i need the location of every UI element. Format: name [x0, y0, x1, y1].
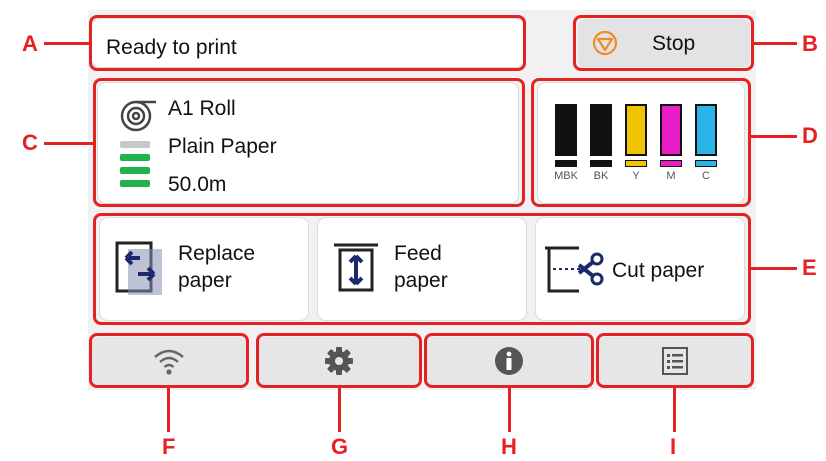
callout-letter-i: I	[670, 434, 677, 459]
paper-type: Plain Paper	[168, 135, 277, 158]
cut-paper-label: Cut paper	[612, 259, 705, 282]
ink-tank-mbk	[555, 104, 577, 156]
menu-list-icon	[662, 347, 688, 375]
info-icon	[495, 347, 523, 375]
callout-line-d	[750, 135, 797, 138]
gear-icon	[325, 347, 353, 375]
replace-paper-icon	[115, 241, 162, 295]
callout-line-b	[753, 42, 797, 45]
ink-fill-mbk	[557, 106, 575, 154]
ink-label-c: C	[702, 170, 710, 182]
ink-window-bk	[590, 160, 612, 167]
callout-line-c	[44, 142, 94, 145]
ink-label-m: M	[666, 170, 676, 182]
ink-label-y: Y	[632, 170, 640, 182]
ink-label-mbk: MBK	[554, 170, 578, 182]
callout-letter-e: E	[802, 255, 817, 280]
ink-fill-c	[697, 106, 715, 154]
callout-letter-h: H	[501, 434, 517, 459]
callout-letter-d: D	[802, 123, 818, 148]
callout-line-h	[508, 387, 511, 432]
paper-remaining: 50.0m	[168, 173, 227, 196]
callout-letter-f: F	[162, 434, 176, 459]
cut-paper-icon	[545, 246, 604, 293]
paper-remaining-level-icon	[120, 141, 150, 187]
replace-paper-label-line1: Replace	[178, 242, 256, 265]
feed-paper-label-line2: paper	[394, 269, 448, 293]
ink-window-y	[625, 160, 647, 167]
wifi-icon	[154, 349, 184, 375]
feed-paper-label-line1: Feed	[394, 242, 442, 265]
callout-line-i	[673, 387, 676, 432]
status-text: Ready to print	[106, 36, 237, 59]
callout-letter-c: C	[22, 130, 38, 155]
callout-line-f	[167, 387, 170, 432]
ink-window-m	[660, 160, 682, 167]
paper-size: A1 Roll	[168, 97, 236, 120]
callout-letter-b: B	[802, 31, 818, 56]
callout-line-a	[44, 42, 90, 45]
ink-label-bk: BK	[593, 170, 609, 182]
ink-tank-y	[625, 104, 647, 156]
roll-paper-icon	[120, 100, 156, 132]
stop-button-label: Stop	[652, 32, 696, 55]
ink-tank-c	[695, 104, 717, 156]
ink-fill-y	[627, 106, 645, 154]
replace-paper-label-line2: paper	[178, 269, 232, 293]
feed-paper-icon	[334, 243, 378, 292]
replace-paper-label: Replace paper	[178, 240, 255, 295]
callout-letter-g: G	[331, 434, 349, 459]
ink-fill-bk	[592, 106, 610, 154]
ink-window-mbk	[555, 160, 577, 167]
callout-letter-a: A	[22, 31, 38, 56]
paper-settings-area[interactable]	[98, 83, 518, 203]
ink-fill-m	[662, 106, 680, 154]
callout-line-g	[338, 387, 341, 432]
callout-line-e	[750, 267, 797, 270]
ink-window-c	[695, 160, 717, 167]
stop-icon	[592, 30, 618, 56]
ink-tank-m	[660, 104, 682, 156]
ink-tank-bk	[590, 104, 612, 156]
feed-paper-label: Feed paper	[394, 240, 448, 295]
